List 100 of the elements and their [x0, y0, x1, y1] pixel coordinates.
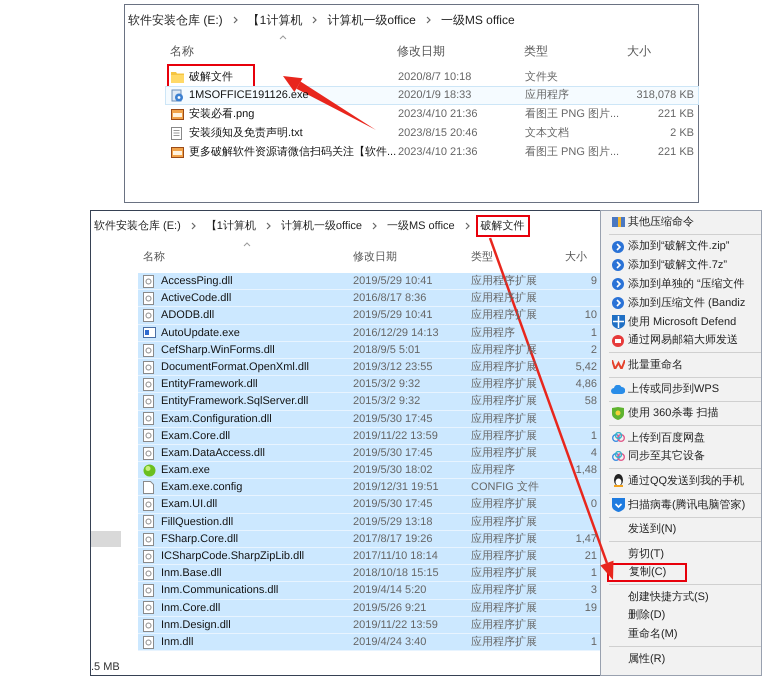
type-cell-text: 应用程序扩展 — [471, 446, 537, 461]
file-name: Inm.Core.dll — [161, 600, 220, 616]
menu-item[interactable]: 添加到单独的 “压缩文件 — [601, 274, 761, 294]
date-cell-text: 2017/8/17 19:26 — [353, 532, 433, 547]
breadcrumb-link[interactable]: 一级MS office — [387, 218, 455, 234]
dll-file-icon — [143, 446, 154, 460]
file-row[interactable]: Exam.DataAccess.dll 2019/5/30 17:45 应用程序扩展 4 — [138, 444, 601, 462]
date-cell-text: 2019/5/26 9:21 — [353, 600, 426, 616]
menu-item[interactable]: 上传或同步到WPS — [601, 380, 761, 399]
type-cell-text: 应用程序扩展 — [471, 548, 537, 564]
file-row[interactable]: Inm.Communications.dll 2019/4/14 5:20 应用程序扩展 3 — [138, 582, 601, 600]
type-cell-text: 应用程序扩展 — [471, 412, 537, 426]
menu-item[interactable]: 使用 360杀毒 扫描 — [601, 404, 761, 423]
file-row[interactable]: Exam.Core.dll 2019/11/22 13:59 应用程序扩展 1 — [138, 428, 601, 445]
menu-item[interactable]: 删除(D) — [601, 606, 761, 626]
breadcrumb-link[interactable]: 【1计算机 — [206, 218, 256, 234]
menu-item[interactable]: 属性(R) — [601, 649, 761, 668]
file-row[interactable]: Inm.Design.dll 2019/11/22 13:59 应用程序扩展 — [138, 616, 601, 634]
breadcrumb-link[interactable]: 一级MS office — [440, 11, 515, 29]
dll-file-icon — [143, 344, 154, 356]
type-cell-text: 应用程序扩展 — [471, 532, 537, 547]
date-cell-text: 2019/5/30 17:45 — [353, 412, 433, 426]
date-cell-text: 2018/10/18 15:15 — [353, 566, 439, 582]
column-header[interactable]: 修改日期 — [397, 42, 445, 60]
file-row[interactable]: 1MSOFFICE191126.exe 2020/1/9 18:33 应用程序 318,078 KB — [165, 86, 699, 105]
file-row[interactable]: 安装须知及免责声明.txt 2023/8/15 20:46 文本文档 2 KB — [165, 124, 699, 143]
nav-pane-highlight[interactable] — [91, 531, 121, 547]
installer-icon — [171, 89, 184, 102]
file-row[interactable]: EntityFramework.SqlServer.dll 2015/3/2 9:32 应用程序扩展 58 — [138, 393, 601, 410]
cloud-rings-icon — [612, 451, 624, 462]
size-cell-text: 318,078 KB — [636, 88, 694, 104]
file-row[interactable]: FSharp.Core.dll 2017/8/17 19:26 应用程序扩展 1,47 — [138, 530, 601, 548]
date-cell-text: 2019/5/29 13:18 — [353, 514, 433, 530]
menu-item[interactable]: 剪切(T) — [601, 544, 761, 564]
dll-file-icon — [143, 395, 154, 408]
file-row[interactable]: Inm.Base.dll 2018/10/18 15:15 应用程序扩展 1 — [138, 565, 601, 582]
dll-file-icon — [143, 309, 154, 322]
date-cell-text: 2019/11/22 13:59 — [353, 618, 438, 633]
menu-item[interactable]: 使用 Microsoft Defend — [601, 312, 761, 332]
type-cell-text: 看图王 PNG 图片... — [525, 107, 620, 122]
menu-item[interactable]: 扫描病毒(腾讯电脑管家) — [601, 496, 761, 515]
dll-file-icon — [143, 601, 154, 614]
breadcrumb-link[interactable]: 计算机一级office — [327, 11, 416, 29]
status-text: .5 MB — [91, 660, 120, 675]
menu-item[interactable]: 通过QQ发送到我的手机 — [601, 472, 761, 490]
column-header[interactable]: 类型 — [471, 248, 493, 266]
size-cell-text: 5,42 — [576, 360, 597, 375]
file-row[interactable]: Exam.UI.dll 2019/5/30 17:45 应用程序扩展 0 — [138, 496, 601, 514]
image-file-icon — [171, 109, 184, 120]
file-row[interactable]: ICSharpCode.SharpZipLib.dll 2017/11/10 18:14 应用程序扩展 21 — [138, 548, 601, 566]
column-header[interactable]: 类型 — [524, 42, 548, 60]
menu-item[interactable]: 添加到“破解文件.zip” — [601, 237, 761, 256]
menu-item[interactable]: 同步至其它设备 — [601, 447, 761, 466]
file-row[interactable]: EntityFramework.dll 2015/3/2 9:32 应用程序扩展 4,86 — [138, 376, 601, 394]
type-cell-text: 应用程序扩展 — [471, 600, 537, 616]
date-cell-text: 2019/5/30 17:45 — [353, 497, 433, 512]
file-name: ICSharpCode.SharpZipLib.dll — [161, 549, 304, 564]
date-cell-text: 2017/11/10 18:14 — [353, 549, 438, 564]
column-header[interactable]: 大小 — [565, 248, 587, 266]
breadcrumb-link[interactable]: 软件安装仓库 (E:) — [94, 218, 181, 234]
breadcrumb-link[interactable]: 计算机一级office — [280, 218, 362, 234]
menu-item[interactable]: 发送到(N) — [601, 520, 761, 539]
file-row[interactable]: 安装必看.png 2023/4/10 21:36 看图王 PNG 图片... 221 KB — [165, 105, 699, 124]
file-row[interactable]: 更多破解软件资源请微信扫码关注【软件... 2023/4/10 21:36 看图王 PNG 图片... 221 KB — [165, 143, 699, 162]
menu-item[interactable]: 重命名(M) — [601, 625, 761, 644]
cloud-rings-icon — [612, 432, 624, 444]
file-name: Inm.Communications.dll — [161, 583, 278, 598]
file-name: Exam.exe — [161, 463, 210, 478]
menu-item[interactable]: 创建快捷方式(S) — [601, 588, 761, 606]
breadcrumb-link[interactable]: 【1计算机 — [248, 11, 302, 29]
type-cell-text: 文本文档 — [525, 126, 569, 142]
dll-file-icon — [143, 429, 154, 442]
file-name: 安装必看.png — [189, 106, 254, 122]
menu-item[interactable]: 添加到“破解文件.7z” — [601, 256, 761, 275]
type-cell-text: 应用程序扩展 — [471, 428, 537, 444]
type-cell-text: CONFIG 文件 — [471, 480, 539, 496]
column-header[interactable]: 大小 — [627, 42, 651, 60]
menu-item[interactable]: 批量重命名 — [601, 356, 761, 374]
file-row[interactable]: Exam.Configuration.dll 2019/5/30 17:45 应用程序扩展 — [138, 410, 601, 428]
column-header[interactable]: 修改日期 — [353, 248, 397, 266]
file-row[interactable]: Inm.Core.dll 2019/5/26 9:21 应用程序扩展 19 — [138, 600, 601, 617]
file-name: Exam.Core.dll — [161, 428, 230, 444]
file-row[interactable]: AutoUpdate.exe 2016/12/29 14:13 应用程序 1 — [138, 324, 601, 342]
file-row[interactable]: Exam.exe.config 2019/12/31 19:51 CONFIG 文件 — [138, 479, 601, 496]
image-file-icon — [171, 147, 184, 158]
file-row[interactable]: Inm.dll 2019/4/24 3:40 应用程序扩展 1 — [138, 634, 601, 652]
file-row[interactable]: Exam.exe 2019/5/30 18:02 应用程序 1,48 — [138, 462, 601, 480]
menu-item[interactable]: 上传到百度网盘 — [601, 428, 761, 448]
file-row[interactable]: FillQuestion.dll 2019/5/29 13:18 应用程序扩展 — [138, 514, 601, 531]
menu-item[interactable]: 通过网易邮箱大师发送 — [601, 331, 761, 350]
date-cell-text: 2023/4/10 21:36 — [398, 107, 478, 122]
size-cell-text: 4 — [590, 446, 597, 461]
menu-item[interactable]: 添加到压缩文件 (Bandiz — [601, 294, 761, 312]
file-name: AutoUpdate.exe — [161, 326, 240, 341]
column-header[interactable]: 名称 — [170, 42, 194, 60]
breadcrumb-link[interactable]: 破解文件 — [476, 214, 530, 238]
menu-item[interactable]: 其他压缩命令 — [601, 213, 761, 232]
column-header[interactable]: 名称 — [143, 248, 165, 266]
file-name: AccessPing.dll — [161, 274, 233, 289]
breadcrumb-link[interactable]: 软件安装仓库 (E:) — [128, 11, 223, 29]
